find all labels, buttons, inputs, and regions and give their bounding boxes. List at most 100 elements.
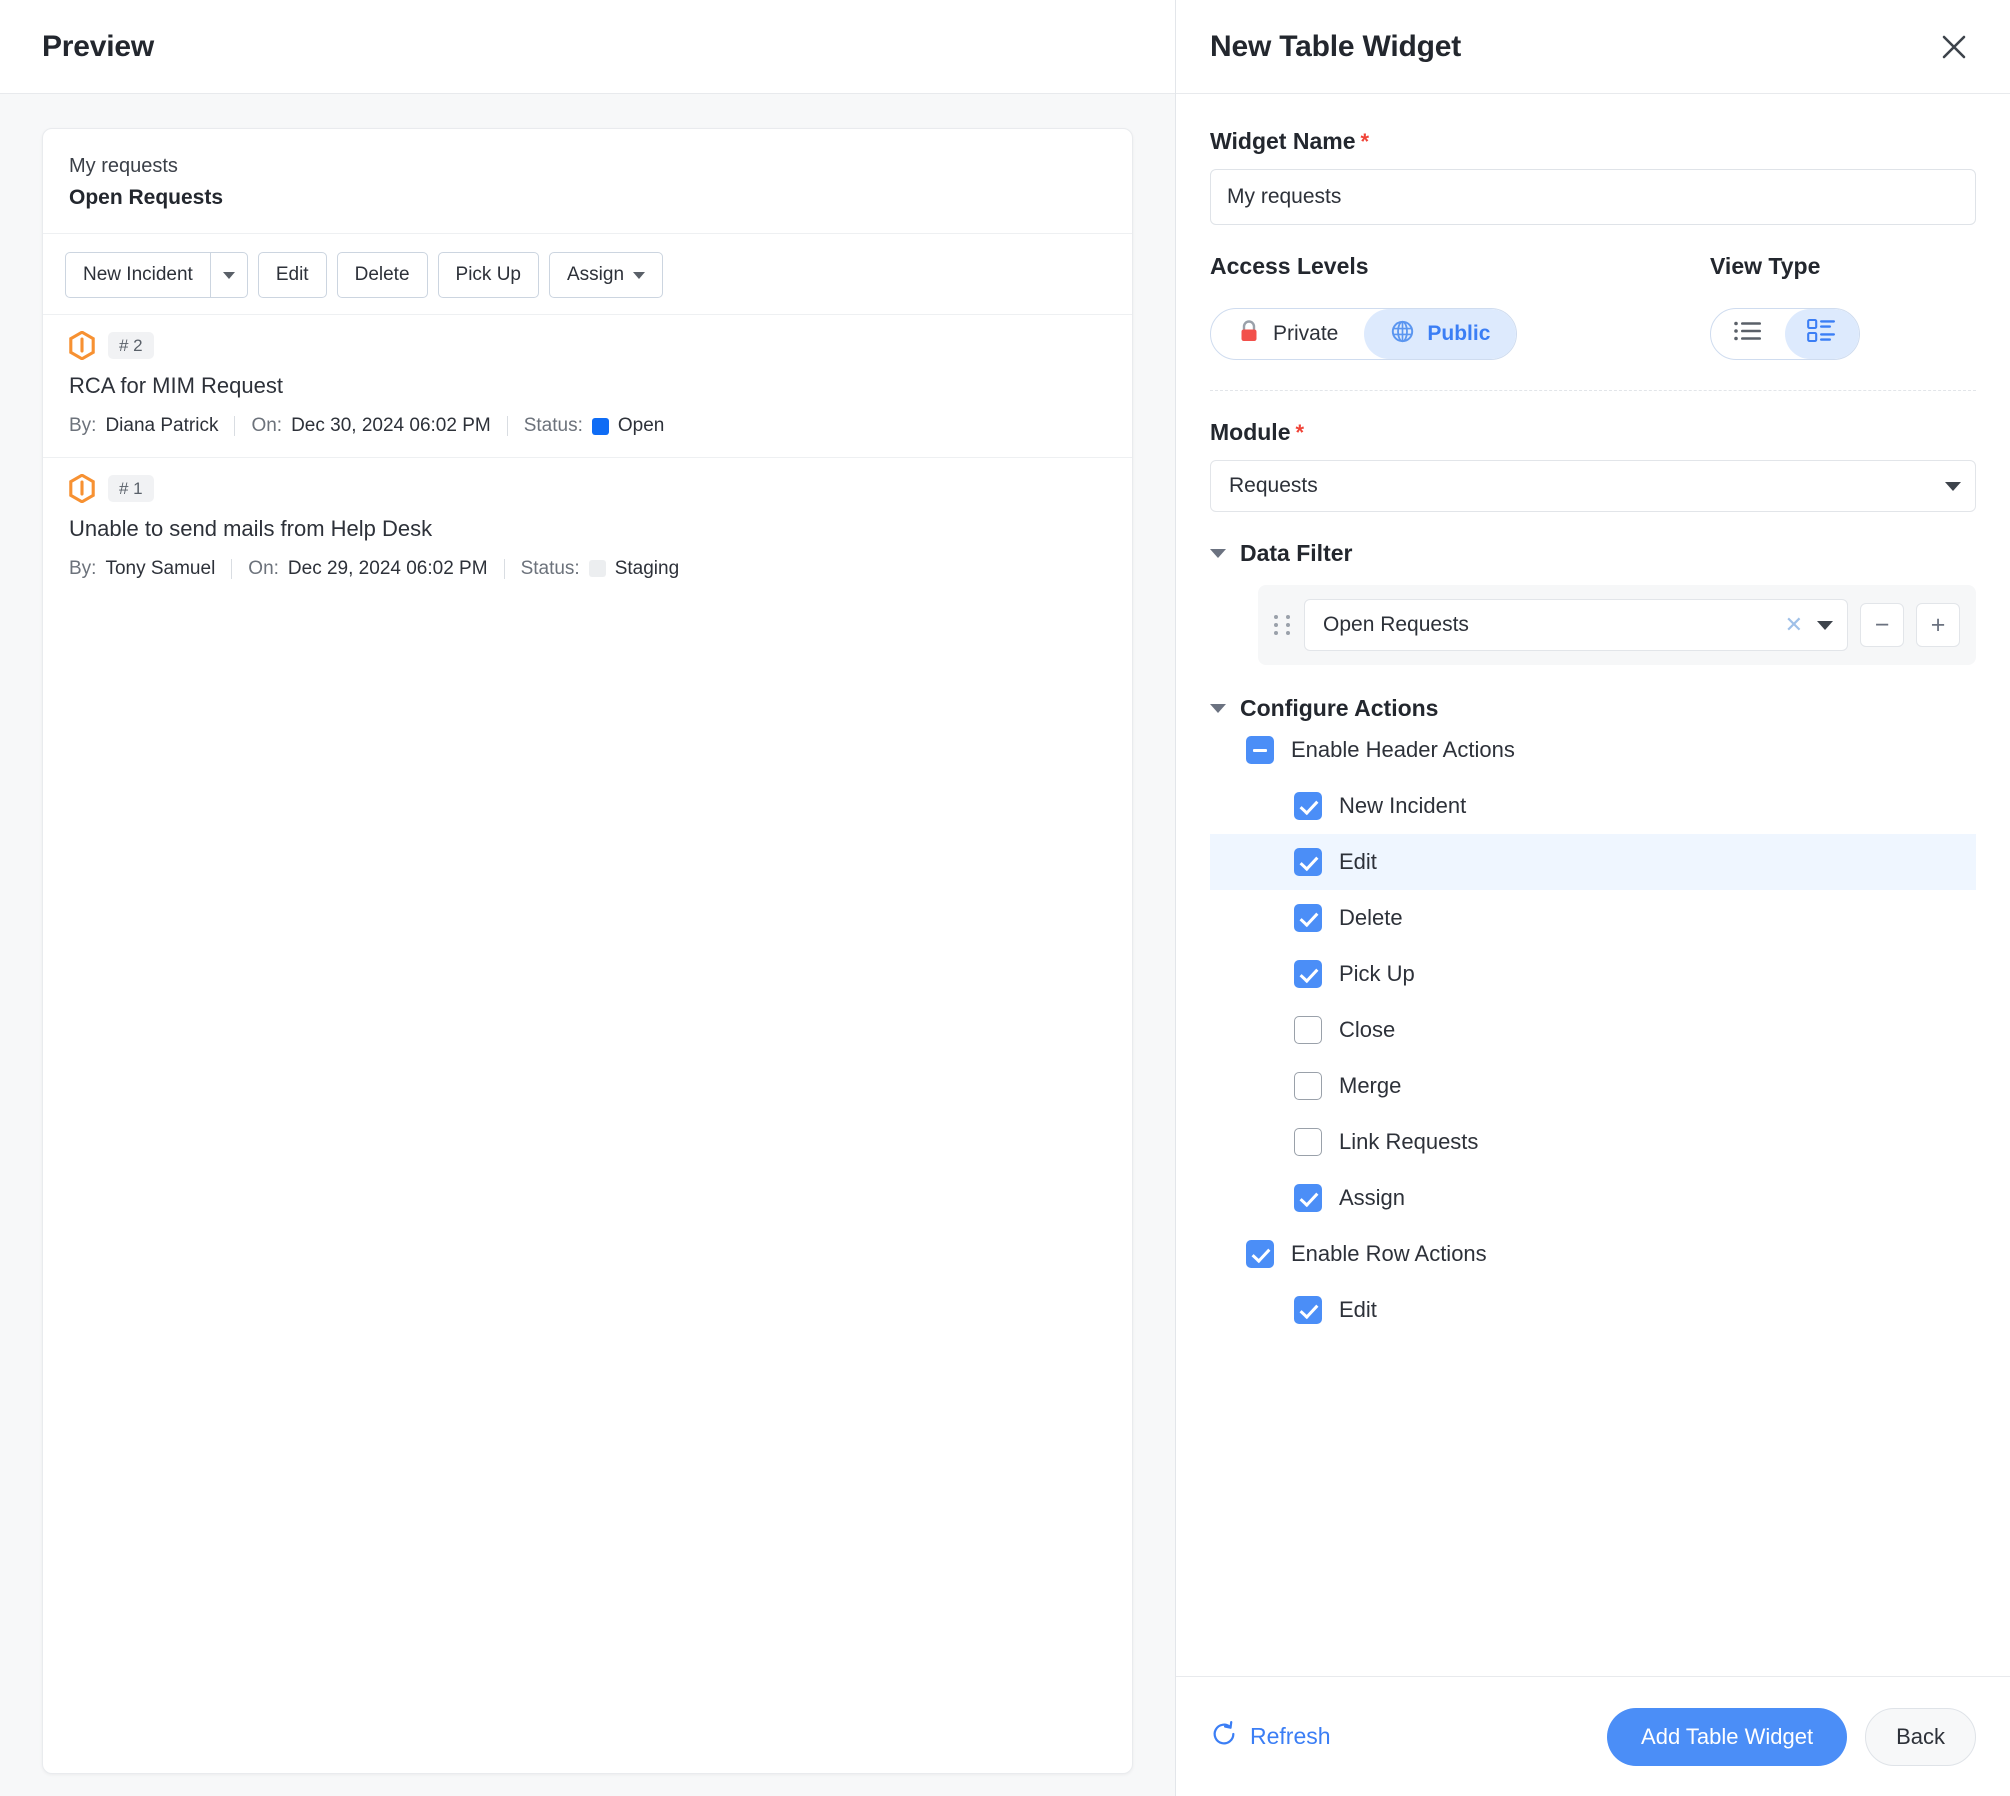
back-button[interactable]: Back	[1865, 1708, 1976, 1766]
chevron-down-icon[interactable]	[1817, 621, 1833, 630]
meta-divider	[507, 416, 508, 436]
page-title: Preview	[42, 30, 154, 64]
header-action-label: Merge	[1339, 1073, 1401, 1099]
access-levels-label: Access Levels	[1210, 253, 1710, 280]
assign-button[interactable]: Assign	[549, 252, 663, 298]
request-meta: By: Diana Patrick On: Dec 30, 2024 06:02…	[69, 415, 1106, 437]
request-list: # 2 RCA for MIM Request By: Diana Patric…	[43, 314, 1132, 1773]
checkbox-checked-icon[interactable]	[1294, 904, 1322, 932]
meta-by-label: By:	[69, 415, 96, 437]
table-row[interactable]: # 2 RCA for MIM Request By: Diana Patric…	[43, 314, 1132, 457]
header-action-delete[interactable]: Delete	[1210, 890, 1976, 946]
enable-header-actions-row[interactable]: Enable Header Actions	[1210, 722, 1976, 778]
remove-filter-button[interactable]: −	[1860, 603, 1904, 647]
meta-divider	[504, 559, 505, 579]
new-incident-split-button: New Incident	[65, 252, 248, 298]
access-level-private-label: Private	[1273, 322, 1338, 346]
widget-name-input[interactable]	[1210, 169, 1976, 225]
view-type-group: View Type	[1710, 253, 1976, 360]
header-action-assign[interactable]: Assign	[1210, 1170, 1976, 1226]
lock-icon	[1237, 318, 1261, 350]
data-filter-section: Data Filter Open Requests ✕ − +	[1210, 540, 1976, 665]
detail-list-view-icon	[1807, 318, 1837, 350]
configure-actions-section: Configure Actions Enable Header Actions …	[1210, 695, 1976, 1338]
pick-up-button[interactable]: Pick Up	[438, 252, 539, 298]
module-select[interactable]: Requests	[1210, 460, 1976, 512]
header-action-label: Close	[1339, 1017, 1395, 1043]
header-action-label: Link Requests	[1339, 1129, 1478, 1155]
new-table-widget-panel: New Table Widget Widget Name * Access Le…	[1176, 0, 2010, 1796]
clear-icon[interactable]: ✕	[1785, 614, 1803, 636]
checkbox-checked-icon[interactable]	[1294, 1296, 1322, 1324]
widget-subtitle: My requests	[69, 151, 1106, 181]
new-incident-button[interactable]: New Incident	[65, 252, 210, 298]
checkbox-checked-icon[interactable]	[1294, 960, 1322, 988]
section-divider	[1210, 390, 1976, 391]
data-filter-value: Open Requests	[1323, 613, 1785, 637]
configure-actions-label: Configure Actions	[1240, 695, 1438, 722]
module-label: Module *	[1210, 419, 1976, 446]
view-type-toggle	[1710, 308, 1860, 360]
globe-icon	[1390, 319, 1415, 350]
request-subject[interactable]: Unable to send mails from Help Desk	[69, 515, 1106, 544]
enable-row-actions-label: Enable Row Actions	[1291, 1241, 1487, 1267]
data-filter-label: Data Filter	[1240, 540, 1352, 567]
header-action-new-incident[interactable]: New Incident	[1210, 778, 1976, 834]
edit-button[interactable]: Edit	[258, 252, 327, 298]
header-action-close[interactable]: Close	[1210, 1002, 1976, 1058]
header-action-edit[interactable]: Edit	[1210, 834, 1976, 890]
checkbox-checked-icon[interactable]	[1294, 792, 1322, 820]
preview-pane: Preview My requests Open Requests New In…	[0, 0, 1176, 1796]
widget-name-label: Widget Name *	[1210, 128, 1976, 155]
request-row-header: # 1	[69, 474, 1106, 503]
checkbox-indeterminate-icon[interactable]	[1246, 736, 1274, 764]
access-levels-group: Access Levels Private	[1210, 253, 1710, 360]
header-action-label: Delete	[1339, 905, 1403, 931]
checkbox-unchecked-icon[interactable]	[1294, 1128, 1322, 1156]
request-id-badge: # 1	[108, 475, 154, 502]
header-action-merge[interactable]: Merge	[1210, 1058, 1976, 1114]
checkbox-checked-icon[interactable]	[1294, 848, 1322, 876]
checkbox-unchecked-icon[interactable]	[1294, 1016, 1322, 1044]
configure-actions-section-header[interactable]: Configure Actions	[1210, 695, 1976, 722]
add-filter-button[interactable]: +	[1916, 603, 1960, 647]
panel-footer: Refresh Add Table Widget Back	[1176, 1676, 2010, 1796]
row-action-edit[interactable]: Edit	[1210, 1282, 1976, 1338]
view-type-label: View Type	[1710, 253, 1976, 280]
status-color-swatch	[589, 560, 606, 577]
drag-handle-icon[interactable]	[1274, 615, 1292, 635]
checkbox-checked-icon[interactable]	[1246, 1240, 1274, 1268]
header-action-label: New Incident	[1339, 793, 1466, 819]
access-level-private[interactable]: Private	[1211, 309, 1364, 359]
meta-divider	[234, 416, 235, 436]
request-subject[interactable]: RCA for MIM Request	[69, 372, 1106, 401]
close-icon[interactable]	[1932, 25, 1976, 69]
checkbox-checked-icon[interactable]	[1294, 1184, 1322, 1212]
chevron-down-icon	[1945, 482, 1961, 491]
status-color-swatch	[592, 418, 609, 435]
checkbox-unchecked-icon[interactable]	[1294, 1072, 1322, 1100]
header-action-pick-up[interactable]: Pick Up	[1210, 946, 1976, 1002]
access-level-public[interactable]: Public	[1364, 309, 1516, 359]
app-root: Preview My requests Open Requests New In…	[0, 0, 2010, 1796]
add-table-widget-button[interactable]: Add Table Widget	[1607, 1708, 1847, 1766]
refresh-label: Refresh	[1250, 1723, 1331, 1750]
delete-button[interactable]: Delete	[337, 252, 428, 298]
view-type-list[interactable]	[1711, 309, 1785, 359]
new-incident-dropdown-button[interactable]	[210, 252, 248, 298]
meta-by-label: By:	[69, 558, 96, 580]
panel-title: New Table Widget	[1210, 30, 1461, 64]
widget-toolbar: New Incident Edit Delete Pick Up Assign	[43, 234, 1132, 314]
meta-status-label: Status:	[521, 558, 580, 580]
header-action-link-requests[interactable]: Link Requests	[1210, 1114, 1976, 1170]
widget-preview-card: My requests Open Requests New Incident E…	[42, 128, 1133, 1774]
data-filter-section-header[interactable]: Data Filter	[1210, 540, 1976, 567]
view-type-detail-list[interactable]	[1785, 309, 1859, 359]
refresh-button[interactable]: Refresh	[1210, 1720, 1331, 1754]
enable-row-actions-row[interactable]: Enable Row Actions	[1210, 1226, 1976, 1282]
table-row[interactable]: # 1 Unable to send mails from Help Desk …	[43, 457, 1132, 600]
chevron-down-icon	[223, 272, 235, 279]
header-action-label: Edit	[1339, 849, 1377, 875]
request-row-header: # 2	[69, 331, 1106, 360]
data-filter-select[interactable]: Open Requests ✕	[1304, 599, 1848, 651]
